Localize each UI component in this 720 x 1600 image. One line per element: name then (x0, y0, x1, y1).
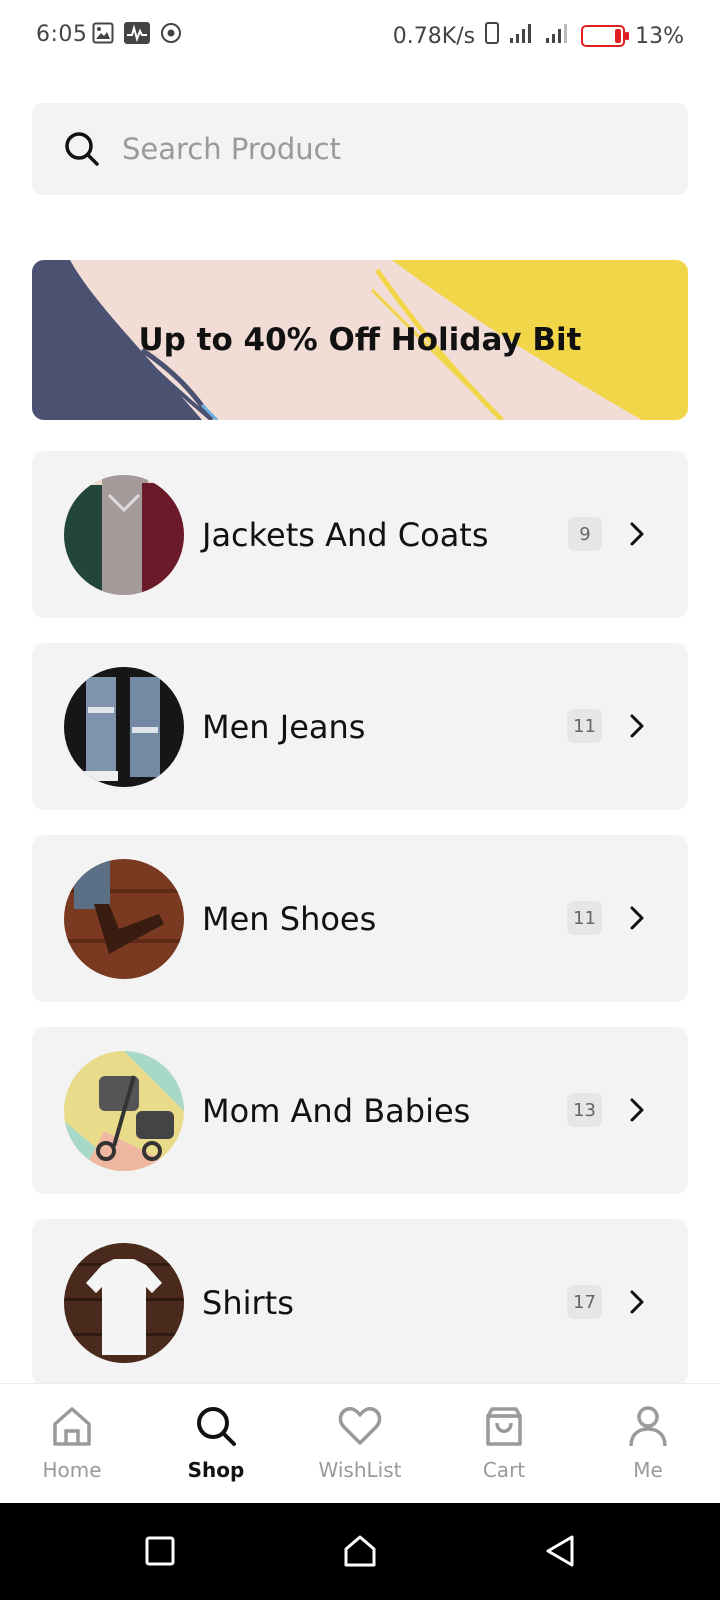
search-icon (194, 1404, 238, 1448)
nav-shop[interactable]: Shop (144, 1384, 288, 1503)
category-count-badge: 11 (567, 709, 602, 743)
category-count-badge: 11 (567, 901, 602, 935)
heart-icon (338, 1404, 382, 1448)
banner-text: Up to 40% Off Holiday Bit (138, 322, 582, 358)
category-name: Shirts (202, 1283, 294, 1322)
notification-icons (92, 22, 182, 48)
search-icon (62, 129, 102, 169)
bottom-navigation: Home Shop WishList Cart Me (0, 1383, 720, 1503)
category-name: Men Jeans (202, 707, 366, 746)
chevron-right-icon (624, 713, 650, 739)
chevron-right-icon (624, 905, 650, 931)
category-count-badge: 9 (568, 517, 602, 551)
category-item-men-shoes[interactable]: Men Shoes 11 (32, 835, 688, 1002)
category-thumbnail (64, 1051, 184, 1171)
nav-wishlist[interactable]: WishList (288, 1384, 432, 1503)
category-item-mom-and-babies[interactable]: Mom And Babies 13 (32, 1027, 688, 1194)
category-thumbnail (64, 667, 184, 787)
search-bar[interactable] (32, 103, 688, 195)
search-input[interactable] (122, 132, 642, 166)
nav-label: WishList (318, 1458, 402, 1482)
status-time: 6:05 (36, 22, 88, 47)
nav-cart[interactable]: Cart (432, 1384, 576, 1503)
system-navigation-bar (0, 1503, 720, 1600)
category-thumbnail (64, 1243, 184, 1363)
nav-label: Me (633, 1458, 663, 1482)
category-thumbnail (64, 475, 184, 595)
chevron-right-icon (624, 1289, 650, 1315)
signal-icon (545, 22, 571, 50)
category-item-jackets-and-coats[interactable]: Jackets And Coats 9 (32, 451, 688, 618)
category-name: Men Shoes (202, 899, 377, 938)
category-count-badge: 13 (567, 1093, 602, 1127)
activity-icon (124, 22, 150, 48)
category-name: Mom And Babies (202, 1091, 471, 1130)
category-name: Jackets And Coats (202, 515, 489, 554)
back-icon[interactable] (542, 1533, 578, 1569)
chevron-right-icon (624, 521, 650, 547)
home-icon (50, 1404, 94, 1448)
phone-icon (485, 22, 500, 50)
category-list: Jackets And Coats 9 Men Jeans 11 Men Sho… (32, 451, 688, 1411)
category-count-badge: 17 (567, 1285, 602, 1319)
status-right: 0.78K/s 13% (393, 22, 684, 50)
nav-me[interactable]: Me (576, 1384, 720, 1503)
nav-label: Shop (187, 1458, 245, 1482)
chevron-right-icon (624, 1097, 650, 1123)
category-item-men-jeans[interactable]: Men Jeans 11 (32, 643, 688, 810)
nav-label: Home (42, 1458, 102, 1482)
category-item-shirts[interactable]: Shirts 17 (32, 1219, 688, 1386)
recents-icon[interactable] (142, 1533, 178, 1569)
bag-icon (482, 1404, 526, 1448)
user-icon (626, 1404, 670, 1448)
record-icon (160, 22, 182, 48)
nav-home[interactable]: Home (0, 1384, 144, 1503)
battery-icon (581, 25, 630, 47)
signal-icon (509, 22, 535, 50)
status-bar: 6:05 0.78K/s 13% (0, 0, 720, 72)
nav-label: Cart (482, 1458, 526, 1482)
home-icon[interactable] (342, 1533, 378, 1569)
battery-level: 13% (635, 23, 684, 49)
net-speed: 0.78K/s (392, 23, 476, 49)
image-icon (92, 22, 114, 48)
promo-banner[interactable]: Up to 40% Off Holiday Bit (32, 260, 688, 420)
category-thumbnail (64, 859, 184, 979)
